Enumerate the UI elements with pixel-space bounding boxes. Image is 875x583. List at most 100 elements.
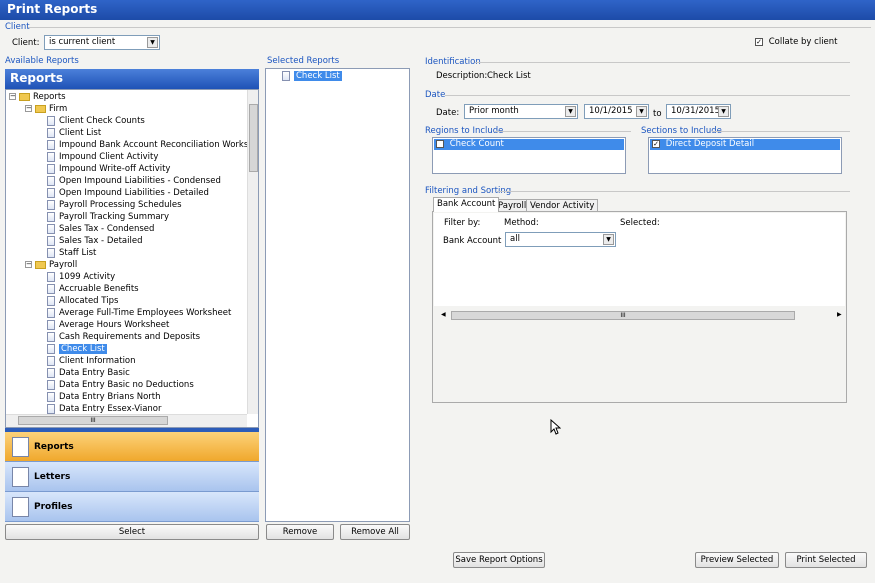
nav-letters[interactable]: Letters <box>5 462 259 492</box>
tree-node-payroll[interactable]: − Payroll <box>25 259 77 271</box>
tree-item-report[interactable]: Impound Client Activity <box>47 151 158 163</box>
tree-item-report[interactable]: Data Entry Brians North <box>47 391 161 403</box>
tree-item-report[interactable]: Payroll Processing Schedules <box>47 199 182 211</box>
preview-selected-button[interactable]: Preview Selected <box>695 552 779 568</box>
collapse-icon[interactable]: − <box>9 93 16 100</box>
tree-node-reports[interactable]: − Reports <box>9 91 66 103</box>
filter-hscrollbar[interactable]: ◀ III ▶ <box>439 311 844 321</box>
document-icon <box>47 175 55 186</box>
tree-item-report[interactable]: Client List <box>47 127 101 139</box>
document-icon <box>47 151 55 162</box>
report-label: Data Entry Brians North <box>59 392 161 402</box>
report-label: Client Information <box>59 356 136 366</box>
regions-divider <box>495 131 631 132</box>
document-icon <box>47 199 55 210</box>
tree-node-firm[interactable]: − Firm <box>25 103 67 115</box>
profile-icon <box>12 497 29 517</box>
report-label: Open Impound Liabilities - Condensed <box>59 176 221 186</box>
tree-vertical-scrollbar[interactable] <box>247 90 258 414</box>
sections-list[interactable]: ✓ Direct Deposit Detail <box>648 137 842 174</box>
report-label: Impound Client Activity <box>59 152 159 162</box>
chevron-down-icon[interactable]: ▼ <box>565 106 576 117</box>
report-tree[interactable]: − Reports − Firm Client Check Counts Client L… <box>5 89 259 428</box>
tree-vscroll-thumb[interactable] <box>249 104 258 172</box>
available-reports-label: Available Reports <box>5 56 79 66</box>
selected-report-item[interactable]: Check List <box>282 70 342 82</box>
collapse-icon[interactable]: − <box>25 105 32 112</box>
tree-hscroll-thumb[interactable]: III <box>18 416 168 425</box>
mouse-cursor-icon <box>550 419 561 435</box>
scroll-left-icon[interactable]: ◀ <box>441 311 446 318</box>
tree-item-report[interactable]: Impound Write-off Activity <box>47 163 170 175</box>
tree-item-report[interactable]: Check List <box>47 343 107 355</box>
nav-reports[interactable]: Reports <box>5 432 259 462</box>
document-icon <box>47 367 55 378</box>
tree-item-report[interactable]: Open Impound Liabilities - Condensed <box>47 175 221 187</box>
filter-tab-panel: Filter by: Method: Selected: Bank Accoun… <box>432 211 847 403</box>
chevron-down-icon[interactable]: ▼ <box>636 106 647 117</box>
regions-list[interactable]: Check Count <box>432 137 626 174</box>
date-from-picker[interactable]: 10/1/2015 ▼ <box>584 104 649 119</box>
document-icon <box>47 403 55 414</box>
tree-item-report[interactable]: Sales Tax - Detailed <box>47 235 143 247</box>
tree-item-report[interactable]: Data Entry Basic <box>47 367 130 379</box>
remove-button[interactable]: Remove <box>266 524 334 540</box>
tree-item-report[interactable]: Data Entry Basic no Deductions <box>47 379 194 391</box>
nav-profiles[interactable]: Profiles <box>5 492 259 522</box>
report-label: Sales Tax - Detailed <box>59 236 143 246</box>
check-icon[interactable]: ✓ <box>652 139 660 148</box>
collapse-icon[interactable]: − <box>25 261 32 268</box>
print-selected-button[interactable]: Print Selected <box>785 552 867 568</box>
save-report-options-button[interactable]: Save Report Options <box>453 552 545 568</box>
tree-item-report[interactable]: Sales Tax - Condensed <box>47 223 154 235</box>
section-item-direct-deposit[interactable]: ✓ Direct Deposit Detail <box>650 139 840 150</box>
remove-all-button[interactable]: Remove All <box>340 524 410 540</box>
report-label: Data Entry Basic <box>59 368 130 378</box>
document-icon <box>47 163 55 174</box>
document-icon <box>47 379 55 390</box>
chevron-down-icon[interactable]: ▼ <box>147 37 158 48</box>
section-item-label: Direct Deposit Detail <box>665 139 755 149</box>
document-icon <box>47 211 55 222</box>
folder-icon <box>35 260 46 269</box>
date-to-picker[interactable]: 10/31/2015 ▼ <box>666 104 731 119</box>
tab-bank-account[interactable]: Bank Account <box>433 197 500 212</box>
tree-item-report[interactable]: Client Check Counts <box>47 115 145 127</box>
tree-item-report[interactable]: Open Impound Liabilities - Detailed <box>47 187 209 199</box>
date-period-select[interactable]: Prior month ▼ <box>464 104 578 119</box>
scroll-right-icon[interactable]: ▶ <box>837 311 842 318</box>
regions-group-label: Regions to Include <box>425 126 504 136</box>
client-divider <box>28 27 871 28</box>
chevron-down-icon[interactable]: ▼ <box>718 106 729 117</box>
document-icon <box>47 331 55 342</box>
date-divider <box>445 95 850 96</box>
region-item-check-count[interactable]: Check Count <box>434 139 624 150</box>
tree-item-report[interactable]: 1099 Activity <box>47 271 115 283</box>
tree-item-report[interactable]: Allocated Tips <box>47 295 118 307</box>
document-icon <box>47 187 55 198</box>
report-label: Impound Write-off Activity <box>59 164 171 174</box>
tree-item-report[interactable]: Client Information <box>47 355 136 367</box>
filter-hscroll-thumb[interactable]: III <box>451 311 795 320</box>
report-label: 1099 Activity <box>59 272 116 282</box>
tree-item-report[interactable]: Average Hours Worksheet <box>47 319 169 331</box>
client-label: Client: <box>12 38 40 48</box>
report-label: Client List <box>59 128 102 138</box>
tree-item-report[interactable]: Cash Requirements and Deposits <box>47 331 200 343</box>
tree-item-report[interactable]: Payroll Tracking Summary <box>47 211 169 223</box>
selected-reports-list[interactable]: Check List <box>265 68 410 522</box>
report-label: Cash Requirements and Deposits <box>59 332 201 342</box>
collate-by-client-checkbox[interactable]: ✓ Collate by client <box>755 37 838 47</box>
select-button[interactable]: Select <box>5 524 259 540</box>
tree-item-report[interactable]: Impound Bank Account Reconciliation Work… <box>47 139 258 151</box>
checkbox-icon[interactable] <box>436 139 444 148</box>
filter-method-select[interactable]: all ▼ <box>505 232 616 247</box>
chevron-down-icon[interactable]: ▼ <box>603 234 614 245</box>
client-select[interactable]: is current client ▼ <box>44 35 160 50</box>
tree-item-report[interactable]: Average Full-Time Employees Worksheet <box>47 307 231 319</box>
tree-item-report[interactable]: Staff List <box>47 247 96 259</box>
collate-check-icon[interactable]: ✓ <box>755 37 763 46</box>
document-icon <box>282 70 290 81</box>
tree-horizontal-scrollbar[interactable]: III <box>6 414 247 427</box>
tree-item-report[interactable]: Accruable Benefits <box>47 283 139 295</box>
